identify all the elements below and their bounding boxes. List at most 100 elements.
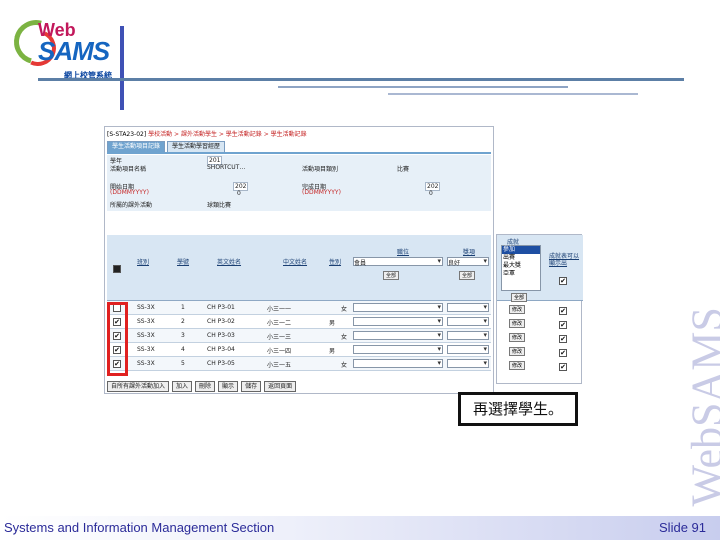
row-class: SS-3X <box>137 318 155 325</box>
row-post-select[interactable] <box>353 345 443 354</box>
row-award-select[interactable] <box>447 359 489 368</box>
brand-vertical-text: WebSAMS <box>682 307 720 507</box>
highlight-box-checkboxes <box>107 302 128 376</box>
row-post-select[interactable] <box>353 303 443 312</box>
row-eng-name: CH P3-02 <box>207 318 235 325</box>
table-row: ✔ SS-3X 3 CH P3-03 小三一三 女 <box>107 329 491 343</box>
row-show-checkbox[interactable]: ✔ <box>559 335 567 343</box>
row-show-checkbox[interactable]: ✔ <box>559 349 567 357</box>
related-activity-value: 球類比賽 <box>207 202 232 209</box>
header-vertical-bar <box>120 26 124 110</box>
col-eng-name[interactable]: 英文姓名 <box>217 257 241 266</box>
activity-type-label: 活動項目類別 <box>302 166 339 173</box>
post-default-select[interactable]: 會員 <box>353 257 443 267</box>
post-default-value: 會員 <box>354 260 367 267</box>
tab-underline <box>107 152 491 154</box>
row-edit-button[interactable]: 修改 <box>509 305 526 314</box>
breadcrumb: [S-STA23-02] 學校活動 > 課外活動學生 > 學生活動記錄 > 學生… <box>107 129 307 138</box>
row-eng-name: CH P3-03 <box>207 332 235 339</box>
add-button[interactable]: 加入 <box>172 381 193 392</box>
row-chi-name: 小三一三 <box>267 334 292 341</box>
back-button[interactable]: 返回頁面 <box>264 381 297 392</box>
row-award-select[interactable] <box>447 317 489 326</box>
footer-bar: Systems and Information Management Secti… <box>0 516 720 540</box>
activity-name-value: SHORTCUT… <box>207 164 246 171</box>
table-row: SS-3X 1 CH P3-01 小三一一 女 <box>107 301 491 315</box>
row-number: 1 <box>181 304 185 311</box>
activity-name-label: 活動項目名稱 <box>110 166 147 173</box>
row-chi-name: 小三一一 <box>267 306 292 313</box>
show-all-checkbox[interactable]: ✔ <box>559 277 567 285</box>
header-rule-3 <box>388 93 638 95</box>
grid-header: 班別 學號 英文姓名 中文姓名 性別 職位 會員 全部 獎項 良好 全部 <box>107 235 491 301</box>
row-edit-button[interactable]: 修改 <box>509 333 526 342</box>
col-chi-name[interactable]: 中文姓名 <box>283 257 307 266</box>
achievement-option[interactable]: 出賽 <box>502 254 540 262</box>
row-award-select[interactable] <box>447 345 489 354</box>
row-edit-button[interactable]: 修改 <box>509 319 526 328</box>
row-class: SS-3X <box>137 332 155 339</box>
row-eng-name: CH P3-04 <box>207 346 235 353</box>
breadcrumb-path[interactable]: 學校活動 > 課外活動學生 > 學生活動記錄 > 學生活動記錄 <box>148 131 307 138</box>
row-eng-name: CH P3-05 <box>207 360 235 367</box>
row-chi-name: 小三一二 <box>267 320 292 327</box>
end-date-format: (DDMMYYYY) <box>302 189 341 196</box>
achievement-option[interactable]: 參加 <box>502 246 540 254</box>
app-screenshot: [S-STA23-02] 學校活動 > 課外活動學生 > 學生活動記錄 > 學生… <box>104 126 494 394</box>
table-row: ✔ SS-3X 2 CH P3-02 小三一二 男 <box>107 315 491 329</box>
row-post-select[interactable] <box>353 359 443 368</box>
achievement-listbox[interactable]: 參加 出賽 最大獎 亞軍 <box>501 245 541 291</box>
col-gender[interactable]: 性別 <box>329 257 341 266</box>
add-from-all-activities-button[interactable]: 自所有課外活動加入 <box>107 381 170 392</box>
achievement-option[interactable]: 亞軍 <box>502 270 540 278</box>
award-default-select[interactable]: 良好 <box>447 257 489 267</box>
footer-slide-number: Slide 91 <box>659 520 706 535</box>
col-number[interactable]: 學號 <box>177 257 189 266</box>
achievement-option[interactable]: 最大獎 <box>502 262 540 270</box>
row-number: 5 <box>181 360 185 367</box>
tab-learning-experience[interactable]: 學生活動學習經歷 <box>167 141 226 152</box>
footer-section-name: Systems and Information Management Secti… <box>4 520 275 535</box>
row-gender: 男 <box>329 348 336 355</box>
col-class[interactable]: 班別 <box>137 257 149 266</box>
table-row: ✔ SS-3X 4 CH P3-04 小三一四 男 <box>107 343 491 357</box>
related-activity-label: 所屬的課外活動 <box>110 202 153 209</box>
row-gender: 男 <box>329 320 336 327</box>
header-rule-2 <box>278 86 568 88</box>
tab-activity-record[interactable]: 學生活動項目記錄 <box>107 141 166 152</box>
post-apply-all-button[interactable]: 全部 <box>383 271 400 280</box>
select-all-checkbox[interactable] <box>113 265 121 273</box>
row-award-select[interactable] <box>447 303 489 312</box>
start-date-format: (DDMMYYYY) <box>110 189 149 196</box>
show-button[interactable]: 顯示 <box>218 381 239 392</box>
row-edit-button[interactable]: 修改 <box>509 361 526 370</box>
row-show-checkbox[interactable]: ✔ <box>559 363 567 371</box>
row-edit-button[interactable]: 修改 <box>509 347 526 356</box>
row-show-checkbox[interactable]: ✔ <box>559 307 567 315</box>
header-rule-1 <box>38 78 684 81</box>
row-class: SS-3X <box>137 304 155 311</box>
start-date-input-suffix: 0 <box>237 190 241 197</box>
instruction-callout: 再選擇學生。 <box>458 392 578 426</box>
col-show-in-report: 成就表可以顯示出 <box>549 253 580 267</box>
row-post-select[interactable] <box>353 331 443 340</box>
achievement-apply-all-button[interactable]: 全部 <box>511 293 528 302</box>
activity-type-value: 比賽 <box>397 166 410 173</box>
activity-info-panel: 學年 201 活動項目名稱 SHORTCUT… 活動項目類別 比賽 開始日期 (… <box>107 155 491 211</box>
row-award-select[interactable] <box>447 331 489 340</box>
tab-bar: 學生活動項目記錄 學生活動學習經歷 <box>107 141 226 152</box>
row-chi-name: 小三一四 <box>267 348 292 355</box>
logo-sams-text: SAMS <box>38 36 110 66</box>
brand-vertical: WebSAMS <box>680 300 720 520</box>
award-default-value: 良好 <box>448 260 461 267</box>
col-post: 職位 <box>397 249 410 256</box>
breadcrumb-code: [S-STA23-02] <box>107 131 147 138</box>
save-button[interactable]: 儲存 <box>241 381 262 392</box>
row-post-select[interactable] <box>353 317 443 326</box>
row-gender: 女 <box>341 334 348 341</box>
row-show-checkbox[interactable]: ✔ <box>559 321 567 329</box>
achievement-panel: 成就 參加 出賽 最大獎 亞軍 全部 成就表可以顯示出 ✔ 修改 修改 修改 修… <box>496 234 583 384</box>
row-chi-name: 小三一五 <box>267 362 292 369</box>
delete-button[interactable]: 刪除 <box>195 381 216 392</box>
award-apply-all-button[interactable]: 全部 <box>459 271 476 280</box>
